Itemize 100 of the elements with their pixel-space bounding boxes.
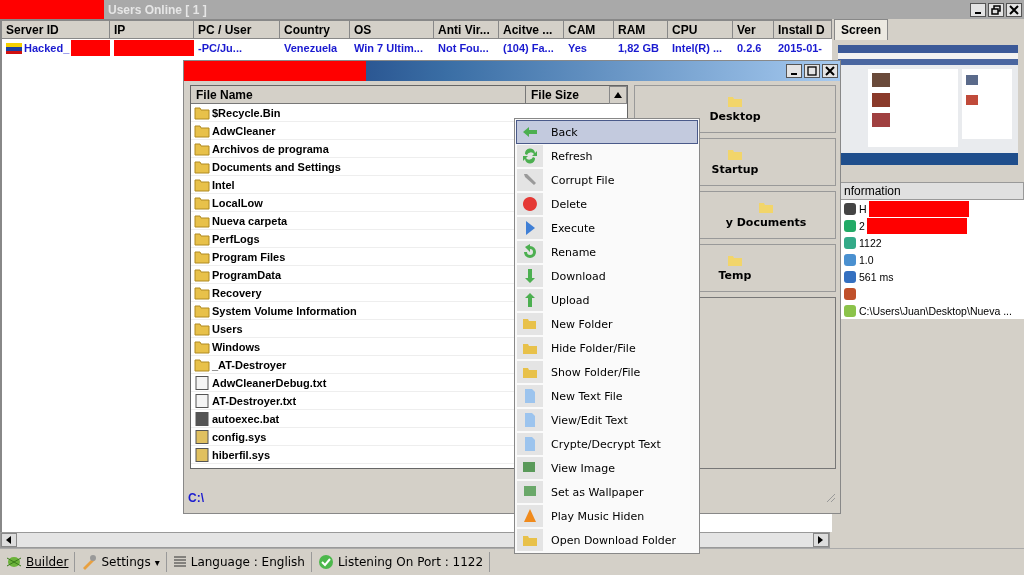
builder-button[interactable]: Builder [0,552,76,572]
arrow-up-icon [614,92,623,98]
flag-icon [6,42,22,54]
table-cell: Venezuela [284,42,338,54]
file-name[interactable]: Program Files [212,250,286,263]
menu-item[interactable]: Back [516,120,698,144]
menu-item[interactable]: New Folder [516,312,698,336]
column-header[interactable]: CAM [564,21,614,39]
file-name[interactable]: hiberfil.sys [212,448,271,461]
file-name[interactable]: Intel [212,178,235,191]
menu-item[interactable]: Play Music Hiden [516,504,698,528]
info-text: 1.0 [859,253,874,266]
file-name[interactable]: _AT-Destroyer [212,358,287,371]
folder-icon [194,321,210,336]
maximize-button[interactable] [804,64,820,78]
refresh-icon [522,148,538,164]
resize-grip-icon [826,493,836,503]
delete-icon [522,196,538,212]
file-name[interactable]: AdwCleanerDebug.txt [212,376,327,389]
path-text: C:\ [188,491,204,505]
folder-icon [728,148,742,160]
minimize-icon [975,11,981,14]
file-name[interactable]: Archivos de programa [212,142,329,155]
folder-icon [759,201,773,213]
folder-icon [194,177,210,192]
folder-icon [194,213,210,228]
info-text: 1122 [859,236,882,249]
file-name[interactable]: config.sys [212,430,267,443]
scroll-left-button[interactable] [1,533,17,547]
column-header[interactable]: File Name [191,86,526,104]
column-header[interactable]: Server ID [2,21,110,39]
file-name[interactable]: Windows [212,340,261,353]
file-name[interactable]: Recovery [212,286,262,299]
menu-item[interactable]: Show Folder/File [516,360,698,384]
menu-item[interactable]: Crypte/Decrypt Text [516,432,698,456]
folder-icon [194,267,210,282]
arrow-left-icon [522,124,538,140]
folder-icon [194,123,210,138]
menu-item[interactable]: View/Edit Text [516,408,698,432]
info-text: 561 ms [859,270,894,283]
file-name[interactable]: Users [212,322,243,335]
menu-item[interactable]: Set as Wallpaper [516,480,698,504]
folder-icon [194,141,210,156]
restore-button[interactable] [988,2,1004,17]
close-button[interactable] [822,64,838,78]
column-header[interactable]: RAM [614,21,668,39]
column-header[interactable]: OS [350,21,434,39]
table-cell: Win 7 Ultim... [354,42,423,54]
table-cell: 2015-01- [778,42,823,54]
folder-icon [194,159,210,174]
file-name[interactable]: AT-Destroyer.txt [212,394,297,407]
scroll-right-button[interactable] [813,533,829,547]
close-icon [1009,4,1019,15]
close-icon [825,66,835,76]
scroll-up-button[interactable] [609,86,627,104]
menu-item[interactable]: New Text File [516,384,698,408]
table-cell: Intel(R) ... [672,42,723,54]
file-name[interactable]: $Recycle.Bin [212,106,281,119]
table-cell: Yes [568,42,587,54]
menu-item[interactable]: Open Download Folder [516,528,698,552]
folder-icon [728,95,742,107]
menu-item[interactable]: Hide Folder/File [516,336,698,360]
minimize-button[interactable] [786,64,802,78]
column-header[interactable]: Anti Vir... [434,21,499,39]
file-name[interactable]: System Volume Information [212,304,357,317]
table-cell: Hacked_ [24,42,70,54]
file-name[interactable]: Documents and Settings [212,160,341,173]
column-header[interactable]: PC / User [194,21,280,39]
screen-tab[interactable]: Screen [834,19,889,40]
file-name[interactable]: ProgramData [212,268,282,281]
minimize-button[interactable] [970,2,986,17]
file-name[interactable]: autoexec.bat [212,412,280,425]
close-button[interactable] [1006,2,1022,17]
column-header[interactable]: CPU [668,21,733,39]
column-header[interactable]: File Size [526,86,610,104]
column-header[interactable]: IP [110,21,194,39]
file-name[interactable]: Nueva carpeta [212,214,288,227]
settings-button[interactable]: Settings ▾ [75,552,167,572]
info-text: C:\Users\Juan\Desktop\Nueva ... [859,304,1012,317]
table-cell: Not Fou... [438,42,489,54]
column-header[interactable]: Country [280,21,350,39]
folder-icon [194,249,210,264]
file-name[interactable]: LocalLow [212,196,263,209]
menu-item[interactable]: View Image [516,456,698,480]
table-cell: 1,82 GB [618,42,659,54]
column-header[interactable]: Acitve ... [499,21,564,39]
arrow-left-icon [6,536,12,544]
document-icon [522,436,538,452]
file-name[interactable]: PerfLogs [212,232,260,245]
table-cell: -PC/Ju... [198,42,242,54]
column-header[interactable]: Ver [733,21,774,39]
restore-icon [991,4,1001,15]
file-name[interactable]: AdwCleaner [212,124,276,137]
folder-icon [728,254,742,266]
folder-icon [194,285,210,300]
folder-shortcut-button[interactable]: Desktop [634,85,836,133]
folder-icon [194,231,210,246]
table-cell: 0.2.6 [737,42,762,54]
rename-icon [522,244,538,260]
lines-icon [172,555,187,569]
